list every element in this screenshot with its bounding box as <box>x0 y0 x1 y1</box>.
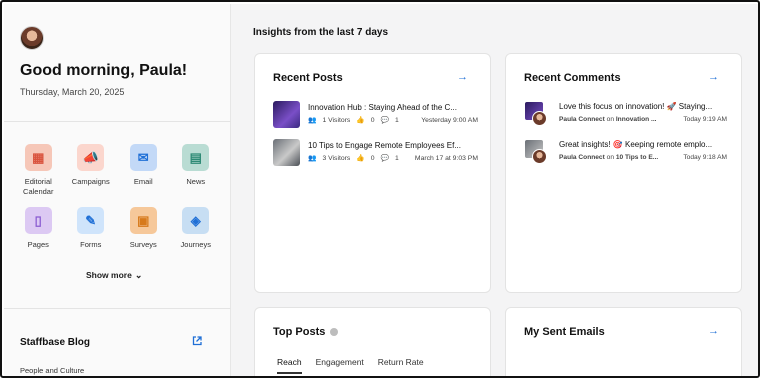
app-label: Campaigns <box>71 177 110 186</box>
app-label: Journeys <box>180 240 211 249</box>
list-item[interactable]: Innovation Hub : Staying Ahead of the C.… <box>273 101 478 131</box>
avatar[interactable] <box>20 26 44 50</box>
journeys-icon: ◈ <box>182 207 210 234</box>
post-time: March 17 at 9:03 PM <box>414 154 478 162</box>
app-tile[interactable]: ✎ Forms <box>65 207 118 250</box>
tab-reach[interactable]: Reach <box>277 357 302 374</box>
comment-meta: Paula Connect on Innovation ... Today 9:… <box>559 116 727 123</box>
comment-text: Great insights! 🎯 Keeping remote emplo..… <box>559 140 713 149</box>
app-label: Forms <box>80 240 102 249</box>
post-time: Yesterday 9:00 AM <box>421 116 478 124</box>
forms-icon: ✎ <box>77 207 105 234</box>
post-thumbnail <box>273 101 300 128</box>
comment-target: Innovation ... <box>615 116 657 123</box>
show-more-button[interactable]: Show more ⌄ <box>86 270 142 281</box>
app-tile[interactable]: ▦ Editorial Calendar <box>12 144 65 197</box>
external-link-icon[interactable] <box>192 336 202 349</box>
blog-title: Staffbase Blog <box>20 337 91 348</box>
email-icon: ✉ <box>129 144 157 171</box>
comment-author: Paula Connect <box>559 116 605 123</box>
comment-time: Today 9:18 AM <box>683 154 727 161</box>
recent-comments-card: Recent Comments → Love this focus on inn… <box>505 53 742 293</box>
sent-emails-card: My Sent Emails → <box>505 307 742 376</box>
app-tile[interactable]: ◈ Journeys <box>170 207 223 250</box>
app-tile[interactable]: ▯ Pages <box>12 207 65 250</box>
chevron-down-icon: ⌄ <box>134 270 143 280</box>
app-launcher: ▦ Editorial Calendar 📣 Campaigns ✉ Email ▤ News… <box>12 144 222 250</box>
main-content: Insights from the last 7 days Recent Pos… <box>231 4 758 376</box>
megaphone-icon: 📣 <box>77 144 105 171</box>
app-tile[interactable]: ▤ News <box>170 144 223 197</box>
like-icon: 👍 <box>356 117 365 124</box>
visitors-icon: 👥 <box>308 117 317 124</box>
news-icon: ▤ <box>182 144 210 171</box>
divider <box>4 308 231 309</box>
comment-target: 10 Tips to E... <box>615 154 659 161</box>
app-tile[interactable]: ▣ Surveys <box>117 207 170 250</box>
app-label: Editorial Calendar <box>23 177 54 196</box>
card-title: Top Posts <box>273 326 339 338</box>
post-meta: 👥 1 Visitors 👍 0 💬 1 Yesterday 9:00 AM <box>308 116 478 125</box>
top-posts-card: Top Posts Reach Engagement Return Rate <box>254 307 491 376</box>
app-frame: Good morning, Paula! Thursday, March 20,… <box>0 0 760 378</box>
top-posts-title: Top Posts <box>273 326 326 338</box>
post-title: Innovation Hub : Staying Ahead of the C.… <box>308 103 457 112</box>
arrow-right-icon[interactable]: → <box>457 71 468 83</box>
app-label: Surveys <box>129 240 157 249</box>
comment-author: Paula Connect <box>559 154 605 161</box>
comments-count: 1 <box>395 154 399 162</box>
tab-return-rate[interactable]: Return Rate <box>378 357 424 374</box>
comment-on: on <box>606 154 614 161</box>
app-tile[interactable]: 📣 Campaigns <box>65 144 118 197</box>
comment-time: Today 9:19 AM <box>683 116 727 123</box>
list-item[interactable]: Love this focus on innovation! 🚀 Staying… <box>524 101 730 131</box>
comment-icon: 💬 <box>380 155 390 162</box>
visitors-count: 1 Visitors <box>322 116 351 124</box>
avatar <box>532 111 547 126</box>
comments-count: 1 <box>395 116 399 124</box>
list-item[interactable]: Great insights! 🎯 Keeping remote emplo..… <box>524 139 730 169</box>
likes-count: 0 <box>370 116 375 124</box>
app-label: Pages <box>27 240 49 249</box>
pages-icon: ▯ <box>24 207 52 234</box>
visitors-icon: 👥 <box>308 155 317 162</box>
post-meta: 👥 3 Visitors 👍 0 💬 1 March 17 at 9:03 PM <box>308 154 478 163</box>
list-item[interactable]: 10 Tips to Engage Remote Employees Ef...… <box>273 139 478 169</box>
comment-icon: 💬 <box>380 117 390 124</box>
card-title: Recent Posts <box>273 72 343 84</box>
app-tile[interactable]: ✉ Email <box>117 144 170 197</box>
avatar <box>532 149 547 164</box>
current-date: Thursday, March 20, 2025 <box>20 87 125 97</box>
clipboard-icon: ▣ <box>129 207 157 234</box>
arrow-right-icon[interactable]: → <box>708 325 719 337</box>
visitors-count: 3 Visitors <box>322 154 351 162</box>
sidebar: Good morning, Paula! Thursday, March 20,… <box>4 4 231 376</box>
post-title: 10 Tips to Engage Remote Employees Ef... <box>308 141 461 150</box>
recent-posts-card: Recent Posts → Innovation Hub : Staying … <box>254 53 491 293</box>
likes-count: 0 <box>370 154 375 162</box>
blog-category: People and Culture <box>20 366 85 375</box>
info-icon[interactable] <box>330 328 339 336</box>
arrow-right-icon[interactable]: → <box>708 71 719 83</box>
tab-bar: Reach Engagement Return Rate <box>277 357 424 374</box>
insights-heading: Insights from the last 7 days <box>253 27 389 38</box>
like-icon: 👍 <box>356 155 365 162</box>
comment-text: Love this focus on innovation! 🚀 Staying… <box>559 102 713 111</box>
greeting: Good morning, Paula! <box>20 62 188 79</box>
calendar-icon: ▦ <box>24 144 52 171</box>
show-more-label: Show more <box>86 270 132 280</box>
card-title: Recent Comments <box>524 72 621 84</box>
post-thumbnail <box>273 139 300 166</box>
app-label: News <box>186 177 206 186</box>
comment-meta: Paula Connect on 10 Tips to E... Today 9… <box>559 154 727 161</box>
divider <box>4 121 231 122</box>
app-label: Email <box>133 177 153 186</box>
card-title: My Sent Emails <box>524 326 605 338</box>
tab-engagement[interactable]: Engagement <box>316 357 364 374</box>
comment-on: on <box>606 116 614 123</box>
